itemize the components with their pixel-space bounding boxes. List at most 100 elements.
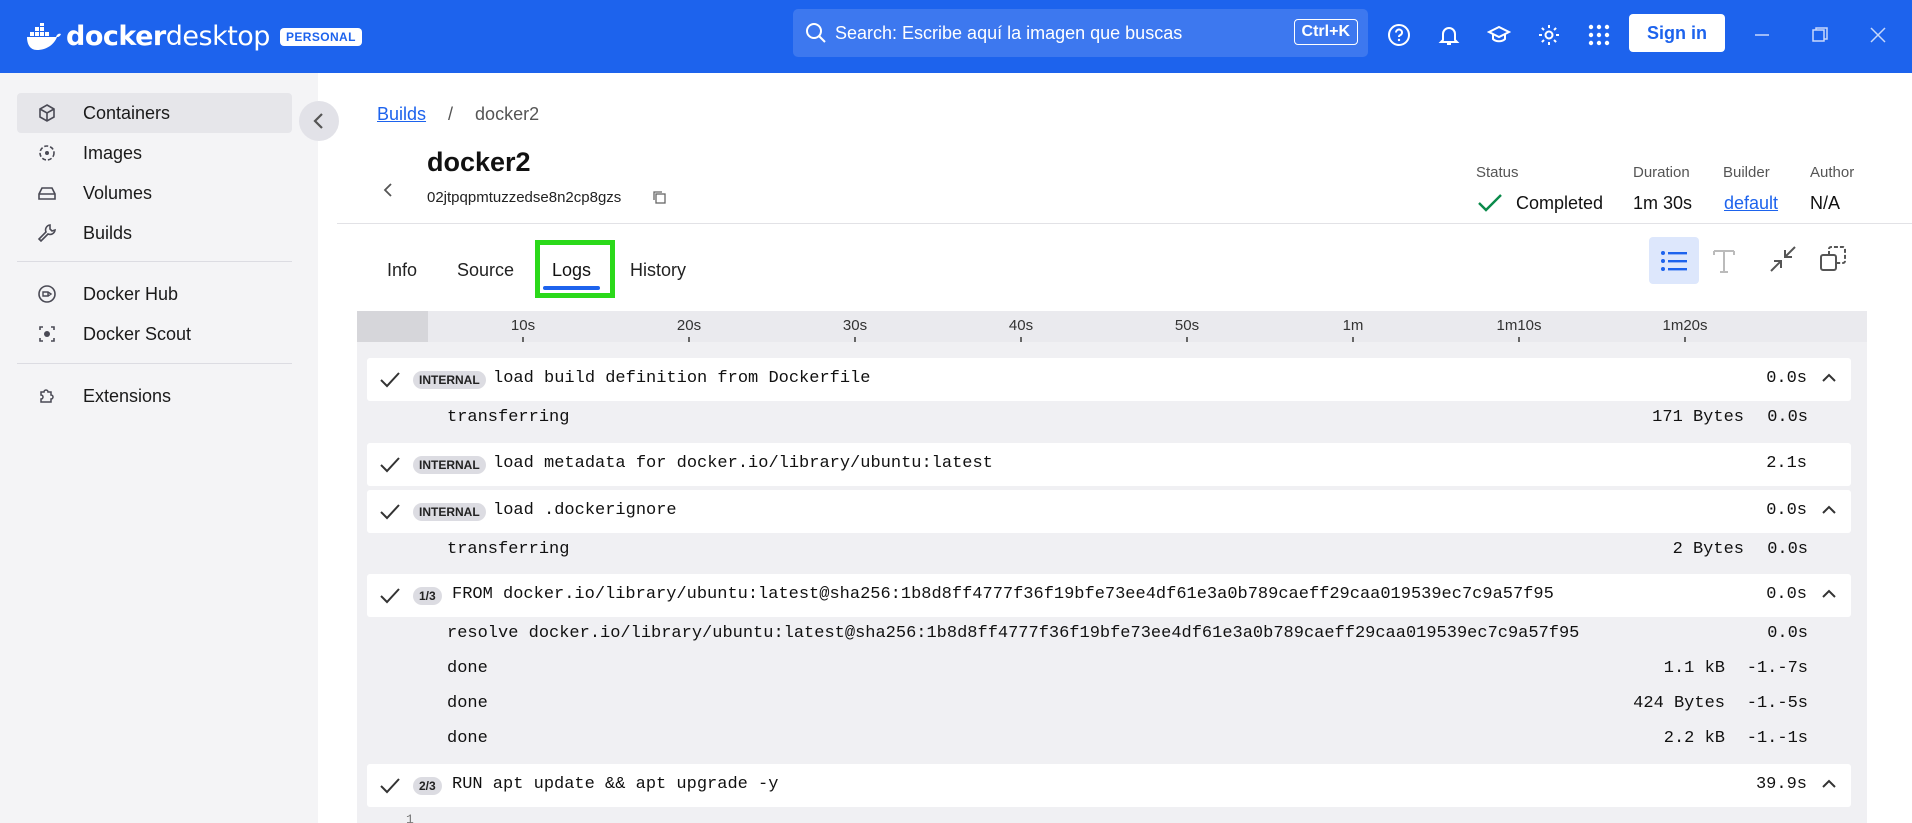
- step-detail-text: transferring: [447, 408, 570, 427]
- collapse-all-icon[interactable]: [1768, 244, 1798, 274]
- brand-docker: docker: [66, 21, 166, 52]
- plan-badge: PERSONAL: [279, 27, 362, 46]
- step-command: load metadata for docker.io/library/ubun…: [493, 454, 993, 473]
- timeline-tick: 1m20s: [1662, 317, 1708, 334]
- text-view-button[interactable]: [1699, 237, 1749, 284]
- restore-window-icon[interactable]: [1805, 20, 1835, 50]
- tab-source[interactable]: Source: [457, 260, 514, 281]
- sidebar-item-label: Containers: [83, 102, 171, 123]
- timeline-tick: 20s: [676, 317, 702, 334]
- chevron-up-icon[interactable]: [1819, 584, 1839, 604]
- step-detail-size: 171 Bytes: [1652, 408, 1744, 427]
- step-detail-duration: 0.0s: [1767, 540, 1808, 559]
- hub-icon: [38, 285, 56, 303]
- help-icon[interactable]: [1384, 20, 1414, 50]
- duration-label: Duration: [1633, 164, 1690, 181]
- step-duration: 0.0s: [1766, 369, 1807, 388]
- apps-grid-icon[interactable]: [1584, 20, 1614, 50]
- copy-logs-icon[interactable]: [1818, 244, 1848, 274]
- step-tag: INTERNAL: [413, 371, 486, 389]
- sidebar-item-containers[interactable]: Containers: [17, 93, 292, 133]
- sidebar-item-label: Volumes: [83, 182, 153, 203]
- build-id: 02jtpqpmtuzzedse8n2cp8gzs: [427, 189, 622, 206]
- sidebar-item-builds[interactable]: Builds: [17, 213, 292, 253]
- learning-center-icon[interactable]: [1484, 20, 1514, 50]
- chevron-up-icon[interactable]: [1819, 774, 1839, 794]
- step-detail-text: done: [447, 659, 488, 678]
- sidebar-item-label: Docker Scout: [83, 323, 192, 344]
- sidebar: Containers Images Volumes Builds Docker …: [0, 73, 318, 823]
- close-window-icon[interactable]: [1863, 20, 1893, 50]
- timeline-tick: 40s: [1008, 317, 1034, 334]
- step-tag: 1/3: [413, 587, 442, 605]
- step-detail-text: done: [447, 729, 488, 748]
- logs-tab-highlight: [535, 240, 615, 298]
- settings-gear-icon[interactable]: [1534, 20, 1564, 50]
- log-line-number: 1: [406, 812, 414, 823]
- sidebar-item-label: Images: [83, 142, 143, 163]
- sign-in-button[interactable]: Sign in: [1629, 14, 1725, 52]
- step-detail-size: 2 Bytes: [1672, 540, 1744, 559]
- tab-history[interactable]: History: [630, 260, 686, 281]
- status-value: Completed: [1516, 193, 1604, 213]
- step-done-check-icon: [380, 504, 400, 520]
- text-format-icon: [1713, 249, 1735, 273]
- timeline-tick: 1m: [1342, 317, 1364, 334]
- step-tag: 2/3: [413, 777, 442, 795]
- builder-label: Builder: [1723, 164, 1770, 181]
- sidebar-item-docker-hub[interactable]: Docker Hub: [17, 274, 292, 314]
- page-title: docker2: [427, 147, 531, 177]
- tab-info[interactable]: Info: [387, 260, 417, 281]
- sidebar-item-extensions[interactable]: Extensions: [17, 376, 292, 416]
- back-chevron-icon[interactable]: [378, 180, 398, 200]
- chevron-left-icon: [313, 113, 323, 129]
- step-done-check-icon: [380, 457, 400, 473]
- breadcrumb-separator: /: [448, 104, 454, 124]
- scout-icon: [39, 326, 55, 342]
- chevron-up-icon[interactable]: [1819, 368, 1839, 388]
- minimize-window-icon[interactable]: [1747, 20, 1777, 50]
- step-detail-text: done: [447, 694, 488, 713]
- build-step-row[interactable]: 2/3 RUN apt update && apt upgrade -y 39.…: [367, 764, 1851, 807]
- completed-check-icon: [1478, 194, 1502, 212]
- step-detail-size: 2.2 kB: [1663, 729, 1725, 748]
- timeline-start-segment: [357, 311, 428, 342]
- list-view-button[interactable]: [1649, 237, 1699, 284]
- step-detail-duration: -1.-7s: [1746, 659, 1808, 678]
- collapse-sidebar-button[interactable]: [299, 101, 339, 141]
- header-divider: [337, 223, 1912, 224]
- breadcrumb: Builds / docker2: [377, 104, 539, 125]
- sidebar-item-label: Builds: [83, 222, 133, 243]
- build-timeline: 10s 20s 30s 40s 50s 1m 1m10s 1m20s: [357, 311, 1867, 342]
- sidebar-divider: [17, 363, 292, 364]
- step-detail-size: 1.1 kB: [1663, 659, 1725, 678]
- build-step-row[interactable]: INTERNAL load build definition from Dock…: [367, 358, 1851, 401]
- timeline-tick: 1m10s: [1496, 317, 1542, 334]
- build-step-row[interactable]: INTERNAL load metadata for docker.io/lib…: [367, 443, 1851, 486]
- docker-whale-icon: [27, 22, 61, 50]
- sidebar-item-volumes[interactable]: Volumes: [17, 173, 292, 213]
- step-command: load .dockerignore: [493, 501, 677, 520]
- chevron-up-icon[interactable]: [1819, 500, 1839, 520]
- step-command: RUN apt update && apt upgrade -y: [452, 775, 779, 794]
- notifications-bell-icon[interactable]: [1434, 20, 1464, 50]
- builder-link[interactable]: default: [1724, 193, 1778, 214]
- top-bar: dockerdesktop PERSONAL Search: Escribe a…: [0, 0, 1912, 73]
- step-detail-duration: 0.0s: [1767, 408, 1808, 427]
- brand-desktop: desktop: [165, 21, 271, 52]
- docker-desktop-logo: dockerdesktop PERSONAL: [26, 21, 362, 52]
- sidebar-divider: [17, 261, 292, 262]
- step-detail-size: 424 Bytes: [1633, 694, 1725, 713]
- copy-icon[interactable]: [651, 189, 667, 205]
- step-tag: INTERNAL: [413, 503, 486, 521]
- build-step-row[interactable]: 1/3 FROM docker.io/library/ubuntu:latest…: [367, 574, 1851, 617]
- step-done-check-icon: [380, 372, 400, 388]
- list-icon: [1661, 250, 1687, 271]
- search-bar[interactable]: Search: Escribe aquí la imagen que busca…: [793, 9, 1368, 57]
- step-detail-duration: -1.-1s: [1746, 729, 1808, 748]
- build-step-row[interactable]: INTERNAL load .dockerignore 0.0s: [367, 490, 1851, 533]
- sidebar-item-docker-scout[interactable]: Docker Scout: [17, 314, 292, 354]
- breadcrumb-builds-link[interactable]: Builds: [377, 104, 426, 125]
- sidebar-item-label: Extensions: [83, 385, 172, 406]
- sidebar-item-images[interactable]: Images: [17, 133, 292, 173]
